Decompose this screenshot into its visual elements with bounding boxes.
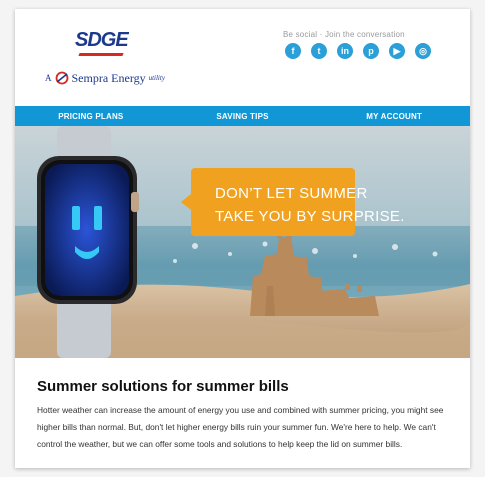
bubble-tail xyxy=(181,194,191,210)
logo-wordmark: SDGE xyxy=(75,29,129,51)
sempra-tagline: A Sempra Energy utility xyxy=(45,70,165,86)
email-header: SDGE A Sempra Energy utility Be social ·… xyxy=(15,9,470,105)
hero-speech-bubble: DON’T LET SUMMER TAKE YOU BY SURPRISE. xyxy=(181,168,404,236)
twitter-icon[interactable]: t xyxy=(311,43,327,59)
email-content: Summer solutions for summer bills Hotter… xyxy=(15,358,470,468)
nav-pricing-plans[interactable]: PRICING PLANS xyxy=(15,112,167,121)
nav-bar: PRICING PLANS SAVING TIPS MY ACCOUNT xyxy=(15,106,470,126)
sdge-logo[interactable]: SDGE xyxy=(75,29,135,59)
hero-illustration xyxy=(15,126,470,358)
hero-banner[interactable]: DON’T LET SUMMER TAKE YOU BY SURPRISE. xyxy=(15,126,470,358)
tagline-suffix: utility xyxy=(148,74,165,82)
youtube-icon[interactable]: ▶ xyxy=(389,43,405,59)
section-headline: Summer solutions for summer bills xyxy=(37,378,289,395)
tagline-prefix: A xyxy=(45,73,52,83)
sempra-flame-icon xyxy=(55,71,68,85)
social-icons-row: f t in p ▶ ◎ xyxy=(285,43,431,59)
nav-my-account[interactable]: MY ACCOUNT xyxy=(318,112,470,121)
section-body: Hotter weather can increase the amount o… xyxy=(37,405,444,449)
email-card: SDGE A Sempra Energy utility Be social ·… xyxy=(15,9,470,468)
pinterest-icon[interactable]: p xyxy=(363,43,379,59)
facebook-icon[interactable]: f xyxy=(285,43,301,59)
linkedin-icon[interactable]: in xyxy=(337,43,353,59)
nav-saving-tips[interactable]: SAVING TIPS xyxy=(167,112,319,121)
social-caption: Be social · Join the conversation xyxy=(283,30,405,39)
logo-swoosh xyxy=(78,53,124,56)
hero-headline-line2: TAKE YOU BY SURPRISE. xyxy=(215,208,405,225)
tagline-name: Sempra Energy xyxy=(71,70,146,85)
hero-headline-line1: DON’T LET SUMMER xyxy=(215,185,368,202)
instagram-icon[interactable]: ◎ xyxy=(415,43,431,59)
